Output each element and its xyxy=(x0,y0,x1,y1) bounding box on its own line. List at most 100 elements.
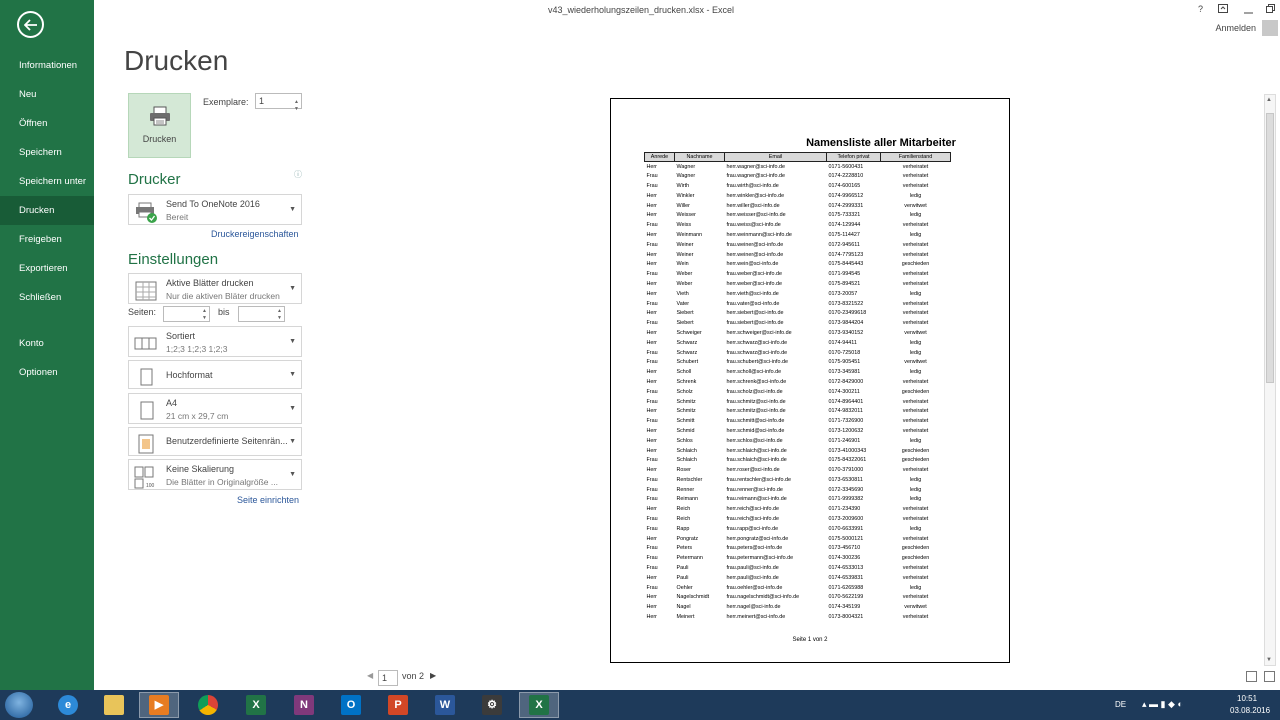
table-cell: frau.petermann@sci-info.de xyxy=(726,555,794,562)
column-header: Anrede xyxy=(644,152,675,162)
chevron-down-icon: ▼ xyxy=(289,470,296,478)
table-row: Herr Schmid herr.schmid@sci-info.de 0173-12… xyxy=(645,426,951,436)
scaling-select[interactable]: 100 Keine Skalierung Die Blätter in Orig… xyxy=(128,459,302,490)
sidebar-item-exportieren[interactable]: Exportieren xyxy=(0,254,94,283)
collate-select[interactable]: Sortiert 1;2;3 1;2;3 1;2;3 ▼ xyxy=(128,326,302,357)
next-page-icon[interactable]: ▶ xyxy=(430,671,436,680)
show-margins-icon[interactable] xyxy=(1246,671,1257,682)
page-number-input[interactable]: 1 xyxy=(378,670,398,686)
onenote-icon[interactable]: N xyxy=(284,692,324,718)
scroll-up-icon[interactable]: ▲ xyxy=(1266,97,1272,103)
table-cell: Scholz xyxy=(676,388,693,395)
table-cell: verheiratet xyxy=(902,467,929,474)
spin-down-icon[interactable]: ▼ xyxy=(294,102,299,116)
file-explorer-icon[interactable] xyxy=(94,692,134,718)
table-cell: 0175-5000121 xyxy=(828,535,864,542)
spin-up-icon[interactable]: ▲ xyxy=(202,308,207,314)
minimize-icon[interactable] xyxy=(1244,6,1253,16)
print-what-desc: Nur die aktiven Bläter drucken xyxy=(166,291,280,301)
sidebar-item-optionen[interactable]: Optionen xyxy=(0,358,94,387)
sidebar-item-konto[interactable]: Konto xyxy=(0,329,94,358)
sidebar-item-informationen[interactable]: Informationen xyxy=(0,51,94,80)
excel-taskbar-icon[interactable]: X xyxy=(236,692,276,718)
pages-to-input[interactable]: ▲ ▼ xyxy=(238,306,285,322)
print-what-select[interactable]: Aktive Blätter drucken Nur die aktiven B… xyxy=(128,273,302,304)
table-cell: Herr xyxy=(646,231,657,238)
info-icon[interactable]: ⓘ xyxy=(294,169,302,180)
table-cell: 0172-3345690 xyxy=(828,486,864,493)
table-cell: ledig xyxy=(909,486,922,493)
sidebar-item-neu[interactable]: Neu xyxy=(0,80,94,109)
print-preview-page: Namensliste aller Mitarbeiter Anrede Nac… xyxy=(610,98,1010,663)
table-cell: ledig xyxy=(909,584,922,591)
signin-link[interactable]: Anmelden xyxy=(1215,23,1256,33)
pages-to-label: bis xyxy=(218,307,230,317)
sidebar-divider xyxy=(0,312,94,329)
spin-up-icon[interactable]: ▲ xyxy=(277,308,282,314)
outlook-icon[interactable]: O xyxy=(331,692,371,718)
table-row: Herr Schweiger herr.schweiger@sci-info.de 0… xyxy=(645,328,951,338)
help-icon[interactable]: ? xyxy=(1198,4,1203,14)
start-button-icon[interactable] xyxy=(5,692,33,718)
user-avatar[interactable] xyxy=(1262,20,1278,36)
column-header: Nachname xyxy=(674,152,725,162)
table-cell: herr.schlaich@sci-info.de xyxy=(726,447,787,454)
excel-active-taskbar-icon[interactable]: X xyxy=(519,692,559,718)
printer-properties-link[interactable]: Druckereigenschaften xyxy=(211,229,299,239)
sidebar-item-drucken[interactable]: Drucken xyxy=(0,196,94,225)
language-indicator[interactable]: DE xyxy=(1115,700,1126,709)
copies-input[interactable]: 1 ▲ ▼ xyxy=(255,93,302,112)
orientation-select[interactable]: Hochformat ▼ xyxy=(128,360,302,389)
table-row: Herr Schlos herr.schlos@sci-info.de 0171-24… xyxy=(645,436,951,446)
printer-select[interactable]: Send To OneNote 2016 Bereit ▼ xyxy=(128,194,302,225)
table-cell: frau.schlaich@sci-info.de xyxy=(726,457,787,464)
table-cell: herr.weinmann@sci-info.de xyxy=(726,231,792,238)
back-arrow-icon[interactable] xyxy=(17,11,44,38)
tool-app-icon[interactable]: ⚙ xyxy=(472,692,512,718)
sidebar-item-freigeben[interactable]: Freigeben xyxy=(0,225,94,254)
table-cell: verheiratet xyxy=(902,506,929,513)
paper-size-select[interactable]: A4 21 cm x 29,7 cm ▼ xyxy=(128,393,302,424)
vertical-scrollbar[interactable]: ▲ ▼ xyxy=(1264,94,1276,666)
restore-icon[interactable] xyxy=(1266,4,1275,15)
table-cell: verheiratet xyxy=(902,418,929,425)
pages-from-input[interactable]: ▲ ▼ xyxy=(163,306,210,322)
sidebar-item-speichern-unter[interactable]: Speichern unter xyxy=(0,167,94,196)
sidebar-item-speichern[interactable]: Speichern xyxy=(0,138,94,167)
table-cell: ledig xyxy=(909,192,922,199)
print-button[interactable]: Drucken xyxy=(128,93,191,158)
scrollbar-thumb[interactable] xyxy=(1266,113,1274,383)
table-cell: Roser xyxy=(676,467,691,474)
page-setup-link[interactable]: Seite einrichten xyxy=(237,495,299,505)
table-cell: Scholl xyxy=(676,369,692,376)
table-cell: frau.weiss@sci-info.de xyxy=(726,222,781,229)
table-cell: herr.reich@sci-info.de xyxy=(726,506,780,513)
zoom-page-icon[interactable] xyxy=(1264,671,1275,682)
table-cell: 0174-6533013 xyxy=(828,565,864,572)
table-cell: frau.weiner@sci-info.de xyxy=(726,241,784,248)
chrome-icon[interactable] xyxy=(188,692,228,718)
table-cell: 0171-234390 xyxy=(828,506,861,513)
table-cell: herr.schwarz@sci-info.de xyxy=(726,339,788,346)
media-player-icon[interactable]: ▶ xyxy=(139,692,179,718)
margins-select[interactable]: Benutzerdefinierte Seitenrän... ▼ xyxy=(128,427,302,456)
table-cell: Schwarz xyxy=(676,349,698,356)
sidebar-item-schliessen[interactable]: Schließen xyxy=(0,283,94,312)
spin-down-icon[interactable]: ▼ xyxy=(202,315,207,321)
table-cell: Reich xyxy=(676,506,691,513)
scroll-down-icon[interactable]: ▼ xyxy=(1266,657,1272,663)
prev-page-icon[interactable]: ◀ xyxy=(367,671,373,680)
sidebar-item-oeffnen[interactable]: Öffnen xyxy=(0,109,94,138)
table-row: Frau Weber frau.weber@sci-info.de 0171-9945… xyxy=(645,269,951,279)
table-cell: Winkler xyxy=(676,192,695,199)
spin-down-icon[interactable]: ▼ xyxy=(277,315,282,321)
powerpoint-icon[interactable]: P xyxy=(378,692,418,718)
table-row: Herr Winkler herr.winkler@sci-info.de 0174-… xyxy=(645,191,951,201)
table-row: Frau Reimann frau.reimann@sci-info.de 0171-… xyxy=(645,495,951,505)
ribbon-display-icon[interactable] xyxy=(1218,4,1228,15)
tray-icons[interactable]: ▴ ▬ ▮ ◆ ◐ xyxy=(1142,699,1183,710)
word-icon[interactable]: W xyxy=(425,692,465,718)
table-cell: Herr xyxy=(646,447,657,454)
table-cell: herr.winkler@sci-info.de xyxy=(726,192,785,199)
internet-explorer-icon[interactable]: e xyxy=(48,692,88,718)
